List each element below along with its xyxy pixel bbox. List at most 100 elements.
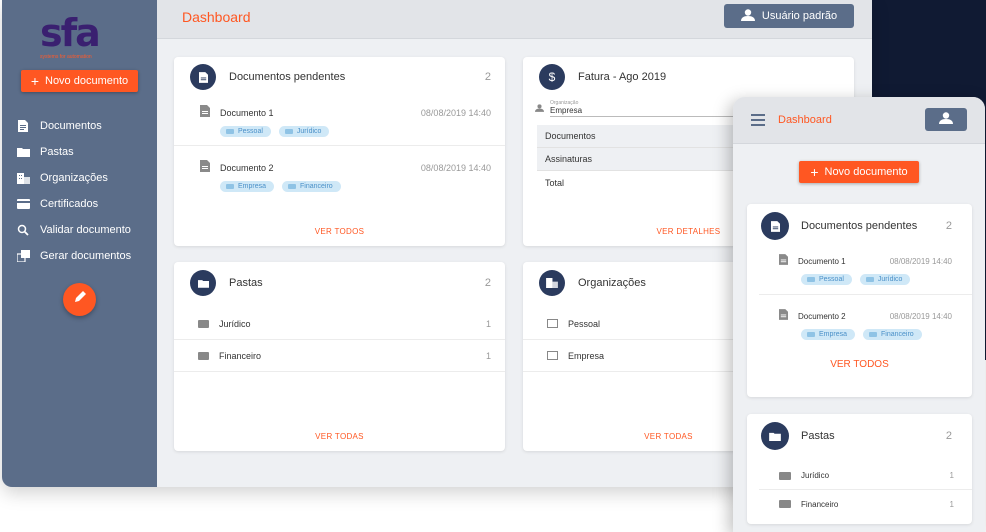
folder-count: 1 bbox=[485, 318, 491, 329]
document-name: Documento 2 bbox=[798, 311, 846, 321]
mobile-pending-documents-card: Documentos pendentes 2 Documento 1 08/08… bbox=[747, 204, 972, 397]
logo: sfa systems for automation bbox=[40, 14, 130, 60]
document-name: Documento 2 bbox=[220, 162, 274, 173]
folder-icon bbox=[284, 129, 293, 134]
tag[interactable]: Financeiro bbox=[282, 181, 341, 192]
folder-icon bbox=[190, 270, 216, 296]
card-header: Documentos pendentes 2 bbox=[174, 57, 505, 97]
mobile-top-bar: Dashboard bbox=[733, 97, 985, 144]
folder-icon bbox=[198, 351, 209, 360]
sidebar-item-label: Validar documento bbox=[40, 224, 131, 236]
document-date: 08/08/2019 14:40 bbox=[420, 107, 491, 118]
folder-icon bbox=[865, 277, 874, 282]
document-name: Documento 1 bbox=[220, 107, 274, 118]
sidebar-item-documentos[interactable]: Documentos bbox=[16, 113, 156, 139]
folder-count: 1 bbox=[949, 471, 954, 480]
mobile-folders-card: Pastas 2 Jurídico 1 Financeiro 1 bbox=[747, 414, 972, 524]
tag-label: Empresa bbox=[238, 183, 267, 190]
tag[interactable]: Financeiro bbox=[863, 329, 922, 340]
edit-fab-button[interactable] bbox=[63, 283, 96, 316]
tag[interactable]: Empresa bbox=[220, 181, 275, 192]
view-all-link[interactable]: VER TODAS bbox=[174, 432, 505, 441]
tag-label: Jurídico bbox=[296, 128, 322, 135]
logo-text: sfa bbox=[40, 11, 101, 55]
plus-icon: + bbox=[30, 73, 39, 89]
new-document-label: Novo documento bbox=[824, 166, 908, 178]
file-icon bbox=[779, 309, 788, 323]
tag[interactable]: Jurídico bbox=[278, 126, 330, 137]
organization-icon bbox=[16, 172, 30, 184]
sidebar-item-validar[interactable]: Validar documento bbox=[16, 217, 156, 243]
tag-label: Empresa bbox=[819, 331, 848, 338]
tag[interactable]: Jurídico bbox=[859, 274, 911, 285]
sidebar-item-pastas[interactable]: Pastas bbox=[16, 139, 156, 165]
list-item[interactable]: Documento 2 08/08/2019 14:40 Empresa Fin… bbox=[174, 146, 505, 200]
card-title: Pastas bbox=[229, 277, 263, 289]
document-name: Documento 1 bbox=[798, 256, 846, 266]
card-header: Pastas 2 bbox=[747, 414, 972, 458]
document-icon bbox=[761, 212, 789, 240]
folder-icon bbox=[779, 500, 791, 508]
tag[interactable]: Pessoal bbox=[801, 274, 852, 285]
card-title: Fatura - Ago 2019 bbox=[578, 71, 667, 83]
list-item[interactable]: Jurídico 1 bbox=[174, 308, 505, 340]
sidebar-item-organizacoes[interactable]: Organizações bbox=[16, 165, 156, 191]
user-button[interactable]: Usuário padrão bbox=[724, 4, 854, 28]
tag-label: Financeiro bbox=[881, 331, 914, 338]
folder-icon bbox=[288, 184, 297, 189]
sidebar-item-label: Documentos bbox=[40, 120, 102, 132]
folder-icon bbox=[807, 332, 815, 337]
card-title: Pastas bbox=[801, 430, 835, 442]
file-icon bbox=[200, 105, 210, 120]
mobile-user-button[interactable] bbox=[925, 108, 967, 131]
folder-name: Jurídico bbox=[219, 318, 251, 329]
folder-name: Financeiro bbox=[219, 350, 262, 361]
sidebar-item-label: Certificados bbox=[40, 198, 99, 210]
list-item[interactable]: Documento 2 08/08/2019 14:40 Empresa Fin… bbox=[759, 295, 972, 349]
sidebar-item-certificados[interactable]: Certificados bbox=[16, 191, 156, 217]
organization-icon bbox=[539, 270, 565, 296]
tag[interactable]: Pessoal bbox=[220, 126, 271, 137]
user-name: Usuário padrão bbox=[761, 10, 838, 22]
folder-icon bbox=[807, 277, 815, 282]
list-item[interactable]: Jurídico 1 bbox=[759, 462, 972, 490]
view-all-link[interactable]: VER TODOS bbox=[174, 227, 505, 236]
organization-icon bbox=[547, 319, 558, 328]
mobile-window: Dashboard + Novo documento Documentos pe… bbox=[733, 97, 985, 532]
list-item[interactable]: Documento 1 08/08/2019 14:40 Pessoal Jur… bbox=[759, 248, 972, 295]
document-icon bbox=[16, 120, 30, 132]
person-icon bbox=[535, 99, 544, 117]
document-date: 08/08/2019 14:40 bbox=[889, 311, 952, 321]
card-count: 2 bbox=[484, 71, 491, 83]
sidebar-item-gerar[interactable]: Gerar documentos bbox=[16, 243, 156, 269]
folder-icon bbox=[779, 471, 791, 480]
card-icon bbox=[16, 198, 30, 210]
pending-documents-card: Documentos pendentes 2 Documento 1 08/08… bbox=[174, 57, 505, 246]
folder-name: Financeiro bbox=[801, 499, 839, 509]
tag[interactable]: Empresa bbox=[801, 329, 856, 340]
menu-icon[interactable] bbox=[751, 114, 765, 129]
card-count: 2 bbox=[945, 430, 952, 442]
plus-icon: + bbox=[810, 164, 819, 180]
folder-icon bbox=[761, 422, 789, 450]
sidebar: sfa systems for automation + Novo docume… bbox=[2, 0, 157, 487]
card-count: 2 bbox=[945, 220, 952, 232]
sidebar-nav: Documentos Pastas Organizações Certifica… bbox=[16, 113, 156, 269]
sidebar-item-label: Organizações bbox=[40, 172, 108, 184]
folder-name: Jurídico bbox=[801, 471, 830, 480]
search-icon bbox=[16, 224, 30, 236]
list-item[interactable]: Financeiro 1 bbox=[174, 340, 505, 372]
folder-icon bbox=[198, 319, 209, 328]
sidebar-item-label: Pastas bbox=[40, 146, 74, 158]
new-document-button[interactable]: + Novo documento bbox=[21, 70, 138, 92]
list-item[interactable]: Financeiro 1 bbox=[759, 490, 972, 518]
mobile-page-title: Dashboard bbox=[778, 114, 832, 126]
list-item[interactable]: Documento 1 08/08/2019 14:40 Pessoal Jur… bbox=[174, 97, 505, 146]
mobile-new-document-button[interactable]: + Novo documento bbox=[799, 161, 919, 183]
view-all-link[interactable]: VER TODOS bbox=[747, 359, 972, 370]
tag-label: Jurídico bbox=[877, 276, 903, 283]
card-count: 2 bbox=[484, 277, 491, 289]
card-title: Documentos pendentes bbox=[801, 220, 918, 232]
copy-icon bbox=[16, 250, 30, 262]
user-icon bbox=[939, 111, 953, 129]
